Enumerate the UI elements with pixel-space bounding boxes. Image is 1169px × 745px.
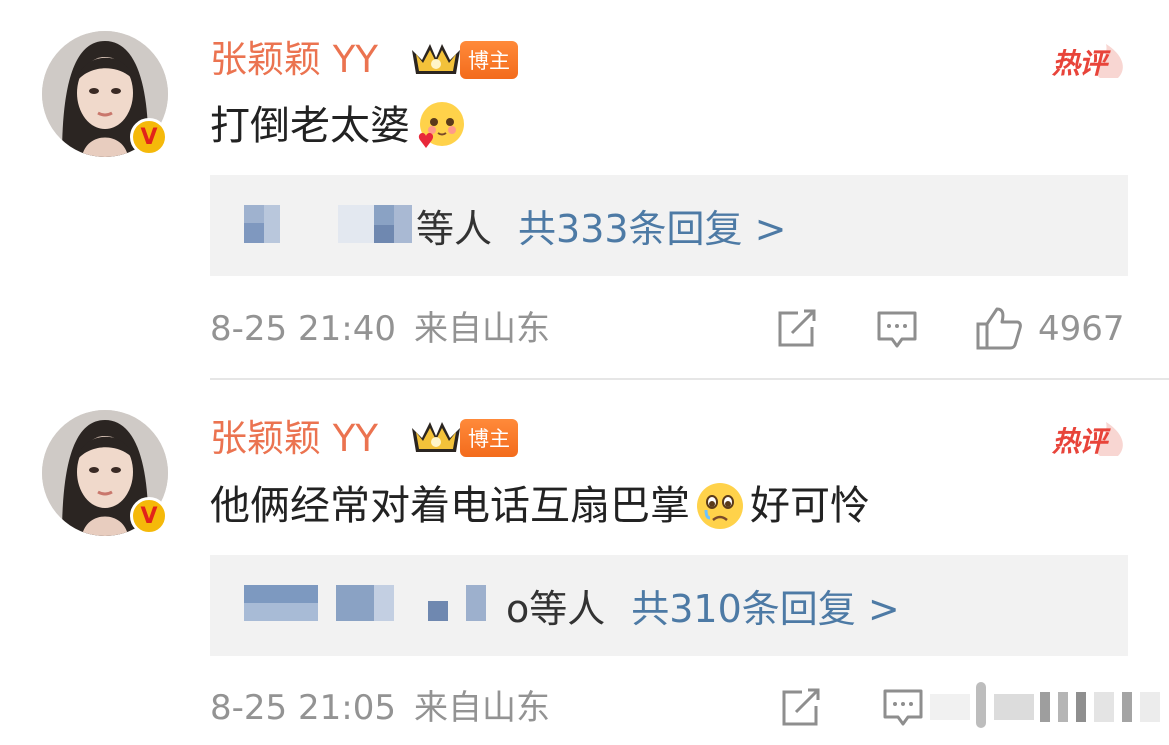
username[interactable]: 张颖颖 YY — [210, 417, 378, 461]
comment-text-main: 他俩经常对着电话互扇巴掌 — [210, 483, 690, 529]
comment-text: 打倒老太婆 — [210, 100, 470, 152]
comment-date: 8-25 21:40 — [210, 309, 396, 349]
comment-text-main: 打倒老太婆 — [210, 103, 410, 149]
verified-badge-icon: V — [130, 118, 168, 156]
hot-label: 热评 — [1052, 47, 1107, 80]
verified-badge-icon: V — [130, 497, 168, 535]
share-icon[interactable] — [776, 309, 818, 349]
blogger-tag: 博主 — [460, 41, 518, 79]
comment-source: 来自山东 — [413, 309, 550, 349]
crying-sad-emoji-icon — [697, 483, 743, 529]
crown-icon — [412, 422, 460, 452]
like-icon[interactable] — [975, 306, 1023, 350]
hot-label: 热评 — [1052, 425, 1107, 458]
reply-who: o等人 — [506, 587, 606, 631]
hot-comment-badge: 热评 — [1048, 38, 1128, 80]
username[interactable]: 张颖颖 YY — [210, 38, 378, 82]
reply-summary[interactable]: 等人 共333条回复 > — [210, 175, 1128, 276]
crown-icon — [412, 44, 460, 74]
comment-icon[interactable] — [876, 310, 918, 350]
blush-heart-emoji-icon — [418, 102, 464, 148]
reply-who: 等人 — [416, 207, 493, 251]
comment-text-tail: 好可怜 — [750, 483, 870, 529]
like-count: 4967 — [1038, 309, 1125, 349]
comment-item: V 张颖颖 YY 博主 热评 打倒老太婆 等人 共333条回复 > 8-25 2… — [0, 0, 1169, 378]
share-icon[interactable] — [780, 688, 822, 728]
blogger-tag: 博主 — [460, 419, 518, 457]
reply-count-link[interactable]: 共310条回复 > — [631, 578, 899, 633]
comment-date: 8-25 21:05 — [210, 688, 396, 728]
reply-summary[interactable]: o等人 共310条回复 > — [210, 555, 1128, 656]
comment-meta: 8-25 21:05 来自山东 — [210, 688, 550, 728]
blurred-like-area — [930, 680, 1169, 734]
comment-meta: 8-25 21:40 来自山东 — [210, 309, 550, 349]
reply-count-link[interactable]: 共333条回复 > — [518, 198, 786, 253]
comment-item: V 张颖颖 YY 博主 热评 他俩经常对着电话互扇巴掌 好可怜 o等人 共310… — [0, 380, 1169, 745]
hot-comment-badge: 热评 — [1048, 416, 1128, 458]
comment-text: 他俩经常对着电话互扇巴掌 好可怜 — [210, 480, 870, 532]
comment-source: 来自山东 — [413, 688, 550, 728]
comment-icon[interactable] — [882, 688, 924, 728]
